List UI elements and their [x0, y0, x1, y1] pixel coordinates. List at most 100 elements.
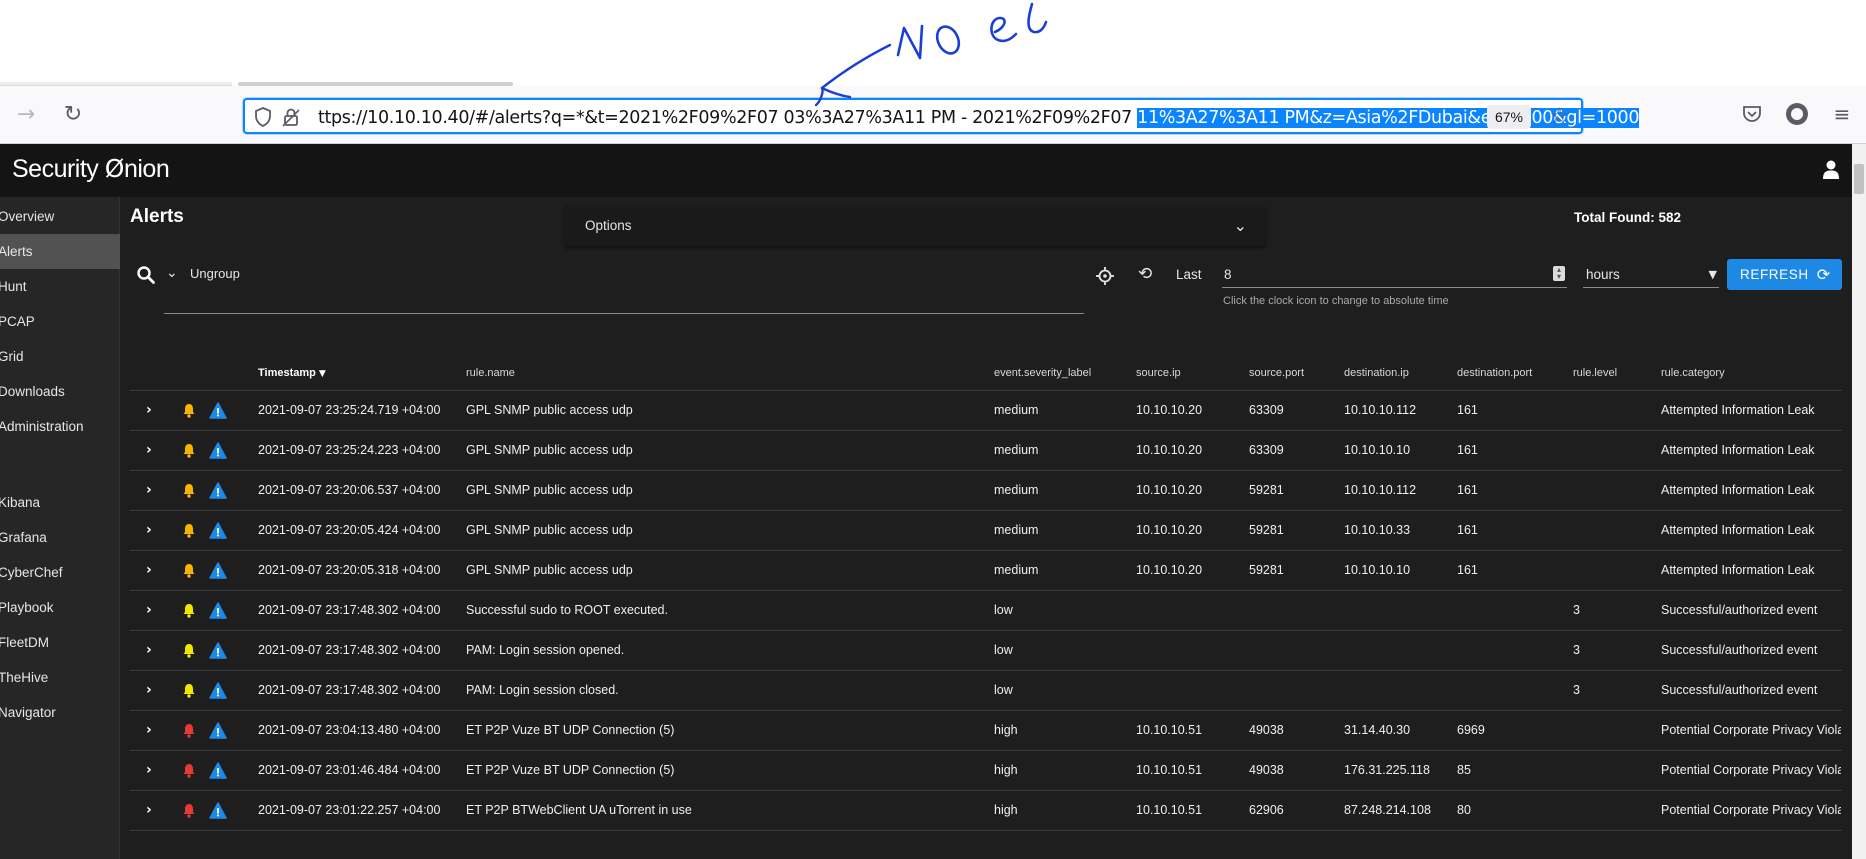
- warning-triangle-icon[interactable]: [209, 482, 227, 499]
- sidebar-tool-navigator[interactable]: Navigator: [0, 695, 120, 730]
- chevron-right-icon[interactable]: ›: [146, 402, 152, 418]
- time-unit-select[interactable]: hours ▼: [1583, 265, 1719, 288]
- search-icon[interactable]: [136, 265, 156, 285]
- warning-triangle-icon[interactable]: [209, 762, 227, 779]
- table-row[interactable]: › 2021-09-07 23:20:05.424 +04:00 GPL SNMP …: [130, 511, 1842, 551]
- column-header-source-ip[interactable]: source.ip: [1136, 367, 1181, 379]
- chevron-right-icon[interactable]: ›: [146, 642, 152, 658]
- column-header-destination-ip[interactable]: destination.ip: [1344, 367, 1409, 379]
- chevron-right-icon[interactable]: ›: [146, 522, 152, 538]
- scrollbar-thumb[interactable]: [1854, 164, 1864, 194]
- cell-rule-name: PAM: Login session closed.: [466, 683, 619, 697]
- sidebar-item-administration[interactable]: Administration: [0, 409, 120, 444]
- table-row[interactable]: › 2021-09-07 23:25:24.719 +04:00 GPL SNMP …: [130, 391, 1842, 431]
- chevron-down-icon[interactable]: ⌄: [1234, 216, 1247, 235]
- chevron-right-icon[interactable]: ›: [146, 762, 152, 778]
- cell-destination-port: 161: [1457, 443, 1478, 457]
- warning-triangle-icon[interactable]: [209, 402, 227, 419]
- sidebar-tool-cyberchef[interactable]: CyberChef: [0, 555, 120, 590]
- column-header-rule-level[interactable]: rule.level: [1573, 367, 1617, 379]
- table-row[interactable]: › 2021-09-07 23:17:48.302 +04:00 PAM: Logi…: [130, 671, 1842, 711]
- chevron-right-icon[interactable]: ›: [146, 802, 152, 818]
- group-chevron-icon[interactable]: ⌄: [166, 265, 178, 281]
- time-range-input[interactable]: 8: [1224, 267, 1232, 282]
- bell-icon[interactable]: [182, 443, 196, 458]
- refresh-icon: ⟳: [1816, 265, 1831, 284]
- zoom-badge[interactable]: 67%: [1486, 105, 1531, 129]
- sidebar-item-pcap[interactable]: PCAP: [0, 304, 120, 339]
- chevron-right-icon[interactable]: ›: [146, 682, 152, 698]
- clock-history-icon[interactable]: ⟲: [1138, 264, 1152, 284]
- bell-icon[interactable]: [182, 683, 196, 698]
- column-header-rule-name[interactable]: rule.name: [466, 367, 515, 379]
- bell-icon[interactable]: [182, 483, 196, 498]
- column-header-source-port[interactable]: source.port: [1249, 367, 1304, 379]
- page-scrollbar[interactable]: [1852, 144, 1866, 859]
- table-row[interactable]: › 2021-09-07 23:01:22.257 +04:00 ET P2P BT…: [130, 791, 1842, 831]
- pocket-icon[interactable]: [1738, 100, 1766, 128]
- lock-icon[interactable]: [281, 107, 301, 127]
- bell-icon[interactable]: [182, 603, 196, 618]
- hamburger-menu-icon[interactable]: ≡: [1828, 100, 1856, 128]
- crosshair-icon[interactable]: [1095, 266, 1115, 286]
- sidebar-tool-playbook[interactable]: Playbook: [0, 590, 120, 625]
- number-spinner[interactable]: ▴ ▾: [1553, 266, 1565, 281]
- warning-triangle-icon[interactable]: [209, 802, 227, 819]
- table-row[interactable]: › 2021-09-07 23:17:48.302 +04:00 PAM: Logi…: [130, 631, 1842, 671]
- chevron-right-icon[interactable]: ›: [146, 482, 152, 498]
- column-header-timestamp[interactable]: Timestamp ▼: [258, 367, 326, 379]
- bell-icon[interactable]: [182, 763, 196, 778]
- warning-triangle-icon[interactable]: [209, 442, 227, 459]
- chevron-right-icon[interactable]: ›: [146, 442, 152, 458]
- forward-arrow-icon[interactable]: →: [10, 98, 42, 130]
- bell-icon[interactable]: [182, 563, 196, 578]
- chevron-right-icon[interactable]: ›: [146, 562, 152, 578]
- bell-icon[interactable]: [182, 523, 196, 538]
- bell-icon[interactable]: [182, 723, 196, 738]
- table-row[interactable]: › 2021-09-07 23:20:06.537 +04:00 GPL SNMP …: [130, 471, 1842, 511]
- sidebar-tool-thehive[interactable]: TheHive: [0, 660, 120, 695]
- column-header-rule-category[interactable]: rule.category: [1661, 367, 1725, 379]
- logo[interactable]: Security Ønion: [12, 154, 170, 184]
- sidebar-tool-kibana[interactable]: Kibana: [0, 485, 120, 520]
- sidebar-tool-grafana[interactable]: Grafana: [0, 520, 120, 555]
- sidebar-item-hunt[interactable]: Hunt: [0, 269, 120, 304]
- table-row[interactable]: › 2021-09-07 23:17:48.302 +04:00 Successfu…: [130, 591, 1842, 631]
- query-input-underline[interactable]: [164, 313, 1084, 314]
- chevron-right-icon[interactable]: ›: [146, 722, 152, 738]
- bell-icon[interactable]: [182, 803, 196, 818]
- ungroup-label[interactable]: Ungroup: [190, 266, 240, 281]
- table-row[interactable]: › 2021-09-07 23:20:05.318 +04:00 GPL SNMP …: [130, 551, 1842, 591]
- warning-triangle-icon[interactable]: [209, 722, 227, 739]
- warning-triangle-icon[interactable]: [209, 682, 227, 699]
- sidebar-tool-fleetdm[interactable]: FleetDM: [0, 625, 120, 660]
- table-row[interactable]: › 2021-09-07 23:01:46.484 +04:00 ET P2P Vu…: [130, 751, 1842, 791]
- star-icon[interactable]: ☆: [1549, 104, 1569, 129]
- refresh-button[interactable]: REFRESH ⟳: [1727, 259, 1842, 290]
- table-row[interactable]: › 2021-09-07 23:04:13.480 +04:00 ET P2P Vu…: [130, 711, 1842, 751]
- warning-triangle-icon[interactable]: [209, 562, 227, 579]
- warning-triangle-icon[interactable]: [209, 602, 227, 619]
- user-icon[interactable]: [1822, 160, 1840, 180]
- sidebar-item-grid[interactable]: Grid: [0, 339, 120, 374]
- reload-icon[interactable]: ↻: [57, 98, 89, 130]
- account-icon[interactable]: [1783, 100, 1811, 128]
- url-text[interactable]: ttps://10.10.10.40/#/alerts?q=*&t=2021%2…: [318, 107, 1639, 129]
- column-header-destination-port[interactable]: destination.port: [1457, 367, 1532, 379]
- table-row[interactable]: › 2021-09-07 23:25:24.223 +04:00 GPL SNMP …: [130, 431, 1842, 471]
- bell-icon[interactable]: [182, 403, 196, 418]
- warning-triangle-icon[interactable]: [209, 642, 227, 659]
- caret-down-icon[interactable]: ▼: [1709, 268, 1717, 281]
- column-header-severity[interactable]: event.severity_label: [994, 367, 1091, 379]
- sort-down-icon[interactable]: ▼: [319, 369, 326, 379]
- sidebar-item-overview[interactable]: Overview: [0, 199, 120, 234]
- warning-triangle-icon[interactable]: [209, 522, 227, 539]
- chevron-right-icon[interactable]: ›: [146, 602, 152, 618]
- logo-text-left: Security: [12, 155, 105, 183]
- sidebar-item-downloads[interactable]: Downloads: [0, 374, 120, 409]
- shield-icon[interactable]: [253, 107, 273, 127]
- url-bar[interactable]: ttps://10.10.10.40/#/alerts?q=*&t=2021%2…: [243, 98, 1639, 134]
- options-expander[interactable]: Options ⌄: [565, 206, 1265, 246]
- bell-icon[interactable]: [182, 643, 196, 658]
- sidebar-item-alerts[interactable]: Alerts: [0, 234, 120, 269]
